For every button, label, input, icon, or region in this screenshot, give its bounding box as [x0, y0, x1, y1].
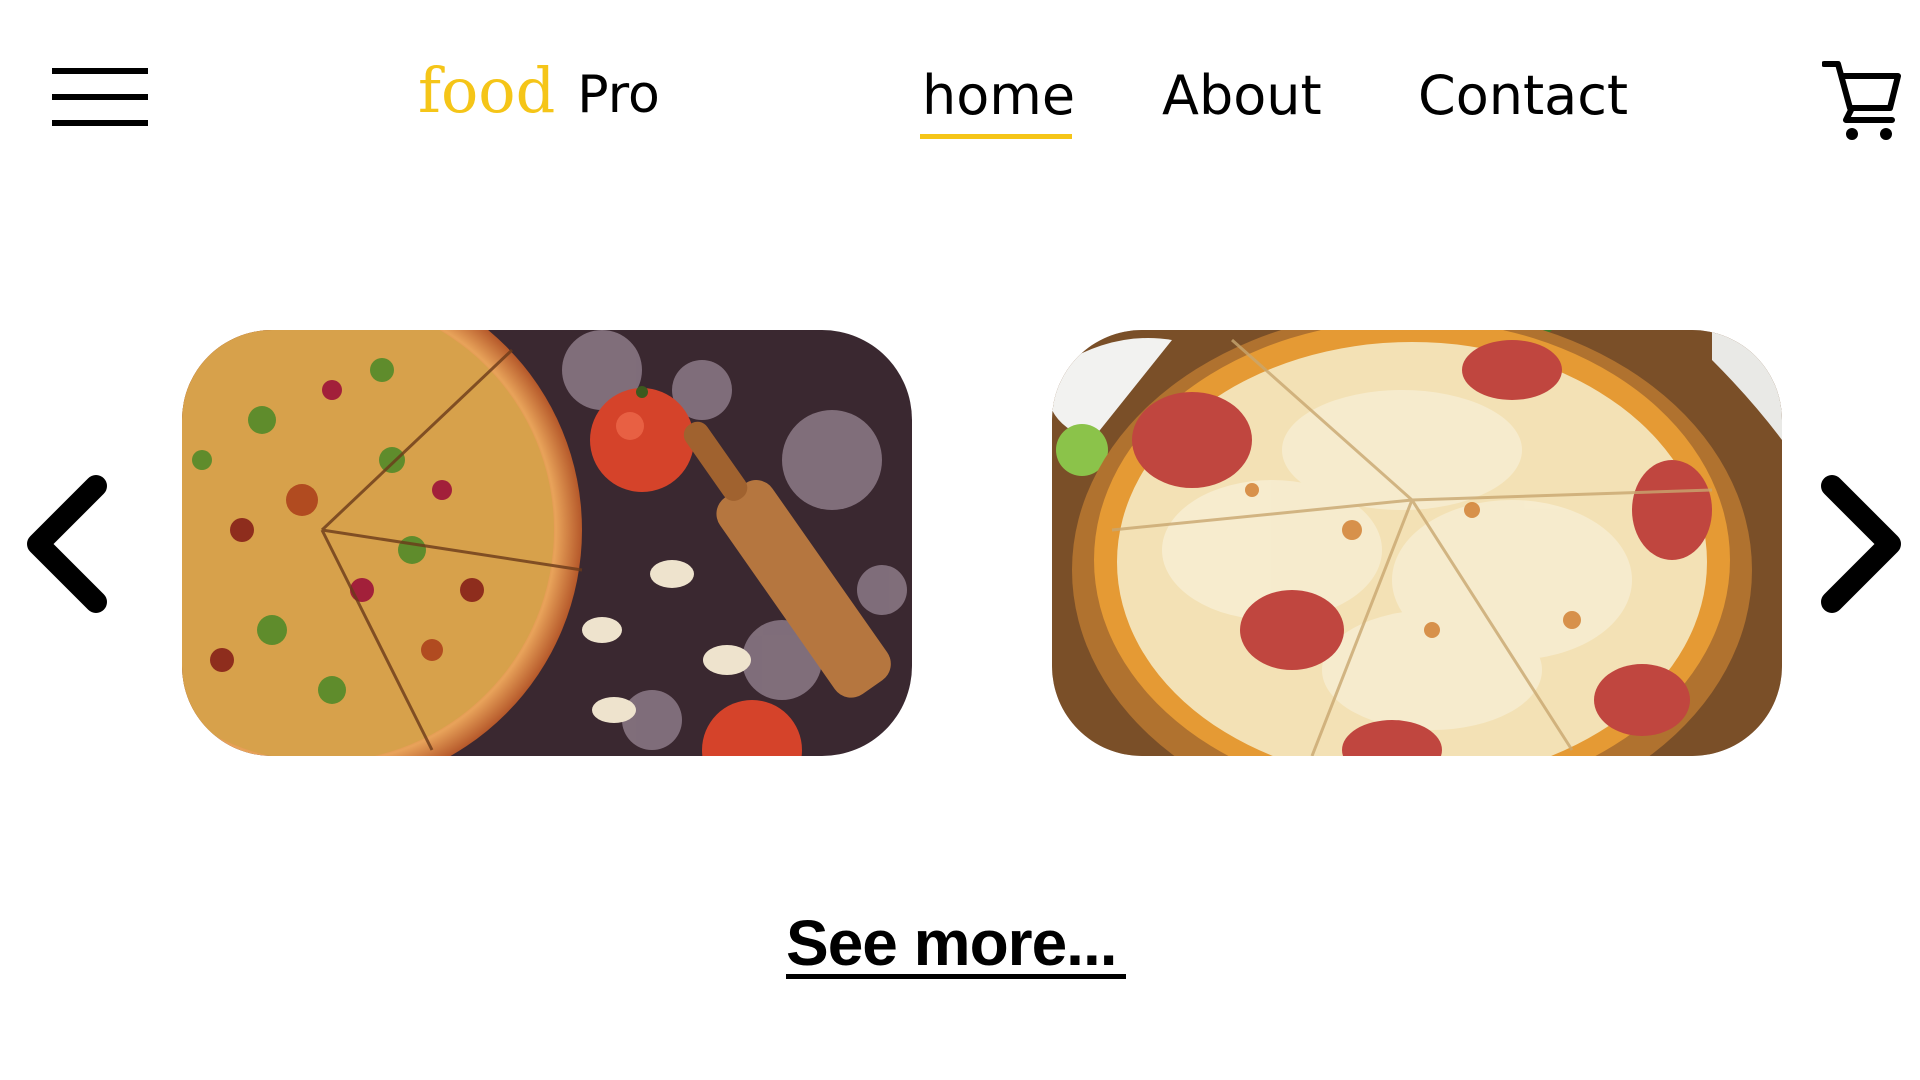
chevron-left-glyph — [27, 475, 107, 613]
hamburger-menu-icon[interactable] — [52, 66, 148, 130]
active-nav-indicator — [920, 134, 1072, 139]
shopping-cart-icon[interactable] — [1821, 58, 1902, 142]
chevron-left-icon[interactable] — [22, 474, 112, 614]
nav-contact-link[interactable]: Contact — [1418, 60, 1628, 132]
menu-line — [52, 68, 148, 74]
cart-glyph — [1821, 61, 1901, 140]
see-more-link[interactable]: See more... — [786, 908, 1117, 978]
food-card-pepperoni-pizza[interactable] — [1052, 330, 1782, 756]
pepperoni-pizza-image — [1052, 330, 1782, 756]
chevron-right-glyph — [1821, 475, 1901, 613]
food-card-vegetable-pizza[interactable] — [182, 330, 912, 756]
site-logo[interactable]: food Pro — [418, 54, 660, 134]
nav-home-link[interactable]: home — [922, 60, 1075, 132]
page: food Pro home About Contact See more... — [0, 0, 1920, 1080]
logo-secondary: Pro — [577, 65, 660, 125]
chevron-right-icon[interactable] — [1816, 474, 1906, 614]
see-more-underline — [786, 974, 1126, 979]
logo-primary: food — [418, 54, 556, 127]
menu-line — [52, 120, 148, 126]
menu-line — [52, 94, 148, 100]
nav-about-link[interactable]: About — [1162, 60, 1322, 132]
vegetable-pizza-image — [182, 330, 912, 756]
